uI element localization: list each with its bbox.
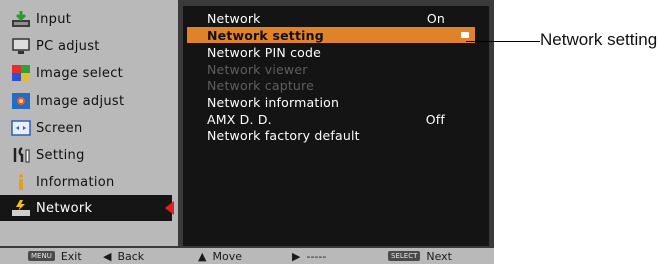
sidebar-item-label: Setting	[36, 147, 85, 163]
projector-osd: Input PC adjust Image select Image adjus…	[0, 0, 494, 264]
menu-row-network-viewer: Network viewer	[207, 61, 308, 77]
sidebar-item-label: Network	[36, 200, 93, 216]
sidebar: Input PC adjust Image select Image adjus…	[0, 0, 178, 246]
up-down-arrow-icon: ▲︎	[198, 249, 207, 263]
sidebar-item-pc-adjust[interactable]: PC adjust	[0, 33, 178, 59]
right-arrow-icon: ▶	[292, 249, 301, 263]
left-arrow-icon: ◀	[103, 249, 112, 263]
back-hint: ◀ Back	[103, 249, 145, 263]
sidebar-item-image-select[interactable]: Image select	[0, 60, 178, 86]
sidebar-item-label: PC adjust	[36, 38, 100, 54]
pc-adjust-icon	[10, 35, 32, 57]
select-key-badge: SELECT	[388, 251, 421, 261]
amx-dd-value: Off	[425, 111, 445, 127]
menu-row-amx-dd[interactable]: AMX D. D. Off	[187, 111, 475, 127]
sidebar-item-setting[interactable]: Setting	[0, 142, 178, 168]
sidebar-item-image-adjust[interactable]: Image adjust	[0, 88, 178, 114]
input-icon	[10, 8, 32, 30]
sidebar-item-label: Input	[36, 11, 72, 27]
sidebar-item-label: Information	[36, 174, 115, 190]
network-menu: Network On Network setting Network PIN c…	[183, 6, 489, 246]
menu-row-network-information[interactable]: Network information	[187, 94, 475, 110]
network-icon	[10, 197, 32, 219]
image-adjust-icon	[10, 90, 32, 112]
sidebar-item-label: Image select	[36, 65, 124, 81]
sidebar-item-label: Screen	[36, 120, 83, 136]
menu-key-badge: MENU	[28, 251, 55, 261]
screen-icon	[10, 117, 32, 139]
sidebar-item-network[interactable]: Network	[0, 195, 174, 221]
right-hint: ▶ -----	[292, 249, 327, 263]
sidebar-item-information[interactable]: Information	[0, 169, 178, 195]
menu-row-network-factory-default[interactable]: Network factory default	[187, 127, 475, 143]
callout-label: Network setting	[540, 30, 658, 49]
next-hint: SELECT Next	[388, 250, 452, 263]
menu-row-network-capture: Network capture	[207, 77, 315, 93]
menu-row-network-setting[interactable]: Network setting	[187, 27, 475, 43]
active-indicator-icon	[165, 201, 174, 215]
exit-hint: MENU Exit	[28, 250, 82, 263]
setting-icon	[10, 144, 32, 166]
sidebar-item-input[interactable]: Input	[0, 6, 178, 32]
network-value: On	[426, 10, 445, 26]
menu-row-network-pin-code[interactable]: Network PIN code	[187, 44, 475, 60]
image-select-icon	[10, 62, 32, 84]
callout-leader-line	[466, 41, 540, 42]
menu-row-network[interactable]: Network On	[187, 10, 475, 26]
sidebar-item-screen[interactable]: Screen	[0, 115, 178, 141]
selected-row-marker-icon	[461, 32, 469, 38]
sidebar-item-label: Image adjust	[36, 93, 125, 109]
move-hint: ▲︎ Move	[198, 249, 242, 263]
information-icon	[10, 171, 32, 193]
bottom-guide-bar: MENU Exit ◀ Back ▲︎ Move ▶ ----- SELECT …	[0, 248, 494, 264]
